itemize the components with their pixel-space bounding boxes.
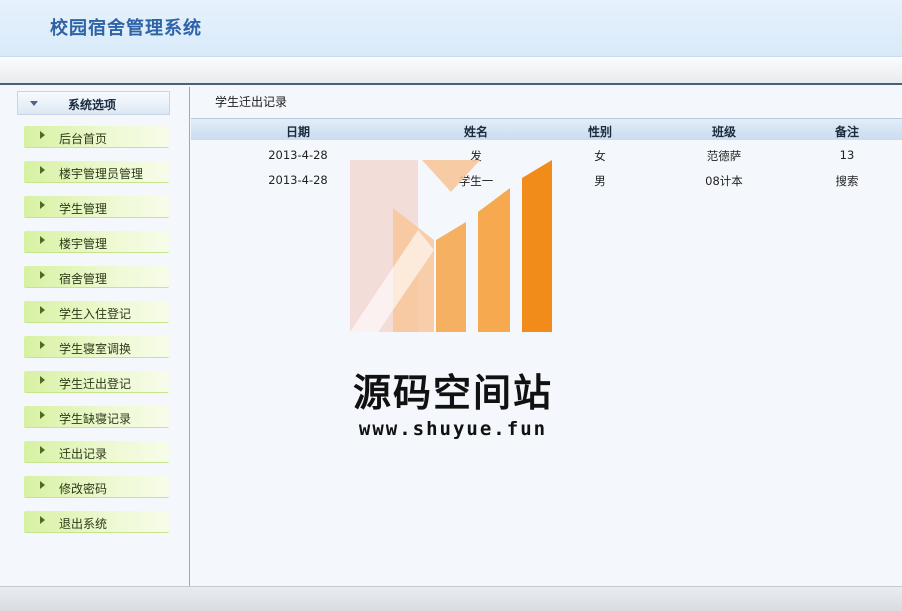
arrow-right-icon: [40, 446, 45, 454]
footer-bar: [0, 586, 902, 611]
table-header: 日期 姓名 性别 班级 备注: [191, 118, 902, 140]
sidebar-item-home[interactable]: 后台首页: [24, 126, 169, 148]
arrow-right-icon: [40, 411, 45, 419]
cell-name: 发: [470, 149, 482, 163]
sidebar-item-label: 退出系统: [59, 517, 108, 531]
sidebar-item-checkout-register[interactable]: 学生迁出登记: [24, 371, 169, 393]
column-header-class: 班级: [711, 125, 736, 139]
sidebar: 系统选项 后台首页 楼宇管理员管理 学生管理 楼宇管理 宿舍管理 学生入住登记 …: [0, 87, 190, 587]
arrow-right-icon: [40, 516, 45, 524]
column-header-remark: 备注: [834, 125, 859, 139]
cell-gender: 男: [594, 174, 606, 188]
arrow-right-icon: [40, 201, 45, 209]
sidebar-item-label: 宿舍管理: [59, 272, 108, 286]
table-row: 2013-4-28 学生一 男 08计本 搜索: [191, 169, 902, 193]
sidebar-item-room-swap[interactable]: 学生寝室调换: [24, 336, 169, 358]
main-content: 学生迁出记录 日期 姓名 性别 班级 备注 2013-4-28 发 女 范德萨 …: [191, 87, 902, 587]
sidebar-item-label: 修改密码: [59, 482, 108, 496]
column-header-date: 日期: [285, 125, 310, 139]
sidebar-item-label: 学生迁出登记: [59, 377, 132, 391]
column-header-name: 姓名: [463, 125, 488, 139]
cell-class: 范德萨: [706, 149, 742, 163]
cell-date: 2013-4-28: [268, 173, 328, 187]
page-title: 学生迁出记录: [215, 95, 288, 109]
cell-name: 学生一: [458, 174, 494, 188]
cell-remark: 搜索: [835, 174, 859, 188]
sidebar-item-label: 楼宇管理员管理: [59, 167, 144, 181]
sidebar-header-label: 系统选项: [68, 98, 117, 112]
arrow-right-icon: [40, 166, 45, 174]
app-header: 校园宿舍管理系统: [0, 0, 902, 57]
sidebar-item-students[interactable]: 学生管理: [24, 196, 169, 218]
column-header-gender: 性别: [587, 125, 612, 139]
sidebar-header[interactable]: 系统选项: [17, 91, 170, 115]
cell-class: 08计本: [705, 174, 743, 188]
sidebar-item-label: 学生管理: [59, 202, 108, 216]
sidebar-item-label: 楼宇管理: [59, 237, 108, 251]
sidebar-item-checkin[interactable]: 学生入住登记: [24, 301, 169, 323]
sidebar-item-label: 学生缺寝记录: [59, 412, 132, 426]
sidebar-item-logout[interactable]: 退出系统: [24, 511, 169, 533]
sidebar-item-change-password[interactable]: 修改密码: [24, 476, 169, 498]
arrow-right-icon: [40, 131, 45, 139]
arrow-right-icon: [40, 236, 45, 244]
cell-remark: 13: [839, 148, 855, 162]
sidebar-item-label: 学生入住登记: [59, 307, 132, 321]
sidebar-item-buildings[interactable]: 楼宇管理: [24, 231, 169, 253]
table-row: 2013-4-28 发 女 范德萨 13: [191, 144, 902, 168]
caret-down-icon: [30, 101, 38, 106]
arrow-right-icon: [40, 376, 45, 384]
sidebar-item-dorms[interactable]: 宿舍管理: [24, 266, 169, 288]
sidebar-item-absence[interactable]: 学生缺寝记录: [24, 406, 169, 428]
sidebar-item-label: 迁出记录: [59, 447, 108, 461]
toolbar-bar: [0, 57, 902, 85]
sidebar-item-building-admin[interactable]: 楼宇管理员管理: [24, 161, 169, 183]
sidebar-item-label: 后台首页: [59, 132, 108, 146]
app-title: 校园宿舍管理系统: [50, 18, 202, 39]
arrow-right-icon: [40, 341, 45, 349]
arrow-right-icon: [40, 481, 45, 489]
sidebar-item-label: 学生寝室调换: [59, 342, 132, 356]
arrow-right-icon: [40, 306, 45, 314]
cell-date: 2013-4-28: [268, 148, 328, 162]
cell-gender: 女: [594, 149, 606, 163]
arrow-right-icon: [40, 271, 45, 279]
sidebar-item-checkout-records[interactable]: 迁出记录: [24, 441, 169, 463]
